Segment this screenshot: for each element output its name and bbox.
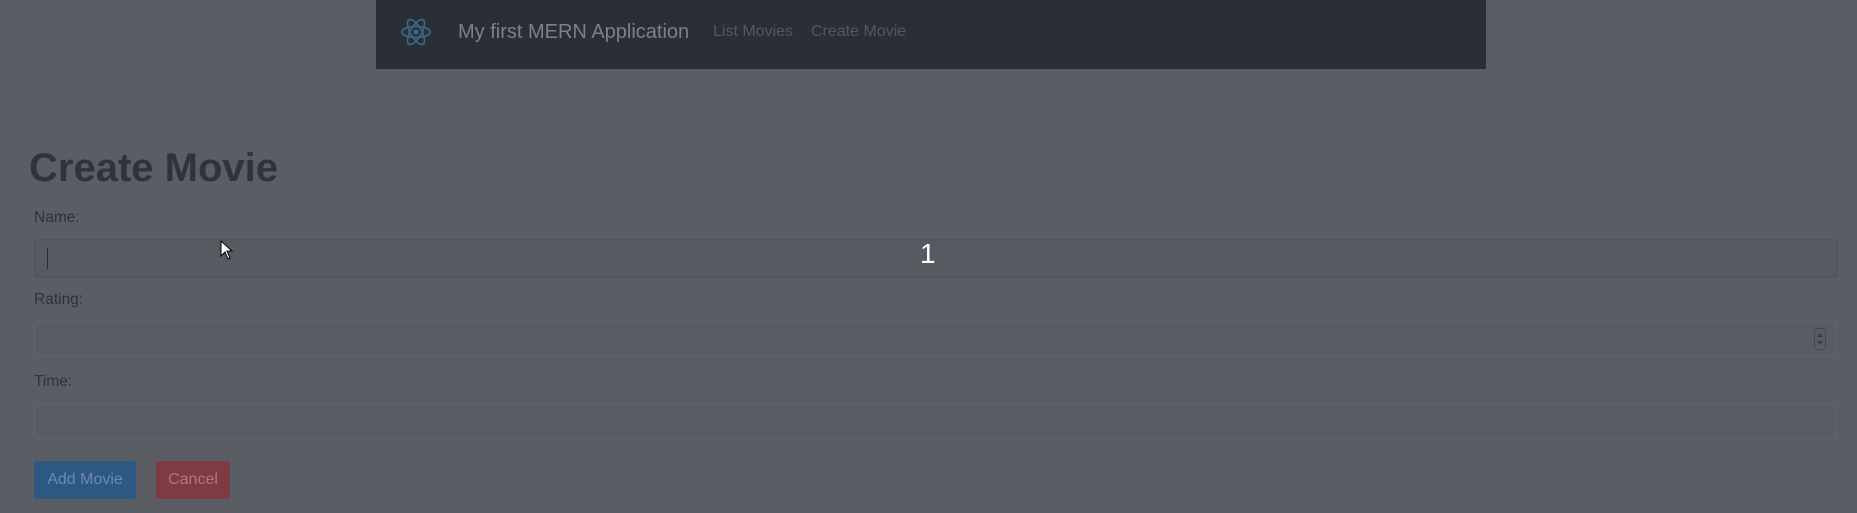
time-label: Time: <box>34 373 73 390</box>
nav-link-list-movies[interactable]: List Movies <box>713 23 793 41</box>
name-label: Name: <box>34 209 80 226</box>
rating-label: Rating: <box>34 291 84 308</box>
number-spinner-icon[interactable] <box>1814 328 1826 350</box>
react-atom-icon[interactable] <box>400 16 432 48</box>
rating-input[interactable] <box>34 321 1837 357</box>
nav-link-create-movie[interactable]: Create Movie <box>811 23 906 41</box>
name-input[interactable] <box>34 239 1838 278</box>
top-navbar: My first MERN Application List Movies Cr… <box>376 0 1486 69</box>
page-title: Create Movie <box>29 146 278 190</box>
cancel-button[interactable]: Cancel <box>156 461 230 499</box>
add-movie-button[interactable]: Add Movie <box>34 461 136 499</box>
mouse-pointer-icon <box>220 240 234 260</box>
app-brand-title[interactable]: My first MERN Application <box>458 21 689 44</box>
time-input[interactable] <box>34 403 1837 439</box>
overlay-counter: 1 <box>920 238 936 269</box>
text-caret <box>47 248 48 269</box>
